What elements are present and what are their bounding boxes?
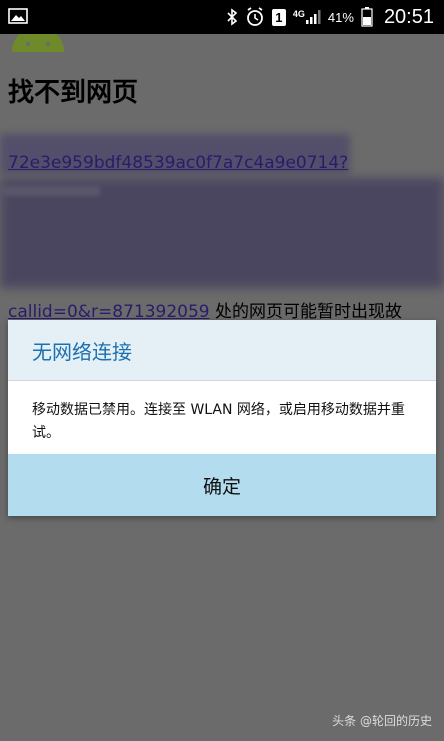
status-icons: 1 4G 41% 20:51 — [226, 0, 434, 34]
battery-percent: 41% — [327, 9, 354, 25]
page-link-callid[interactable]: callid=0&r=871392059 — [8, 302, 210, 322]
screen: 1 4G 41% 20:51 找不到网页 72e3e959bdf48539ac0… — [0, 0, 444, 741]
picture-icon — [8, 8, 28, 24]
battery-icon — [361, 7, 373, 27]
bluetooth-icon — [227, 8, 238, 26]
page-title: 找不到网页 — [8, 78, 139, 108]
watermark: 头条 @轮回的历史 — [332, 714, 432, 728]
signal-icon: 4G — [293, 9, 321, 25]
redacted-region-small — [0, 186, 100, 196]
status-bar: 1 4G 41% 20:51 — [0, 0, 444, 34]
sim-icon: 1 — [271, 8, 286, 26]
clock: 20:51 — [383, 5, 434, 28]
no-network-dialog: 无网络连接 移动数据已禁用。连接至 WLAN 网络，或启用移动数据并重试。 确定 — [8, 320, 436, 516]
alarm-icon — [246, 7, 263, 26]
dialog-title: 无网络连接 — [32, 339, 132, 364]
ok-button[interactable]: 确定 — [8, 454, 436, 516]
dialog-header: 无网络连接 — [8, 320, 436, 381]
page-link-fragment[interactable]: 72e3e959bdf48539ac0f7a7c4a9e0714? — [8, 153, 348, 173]
page-body-line: callid=0&r=871392059 处的网页可能暂时出现故 — [8, 297, 402, 322]
android-logo — [12, 34, 64, 52]
network-type: 4G — [292, 9, 305, 19]
page-body-text: 处的网页可能暂时出现故 — [209, 302, 403, 322]
